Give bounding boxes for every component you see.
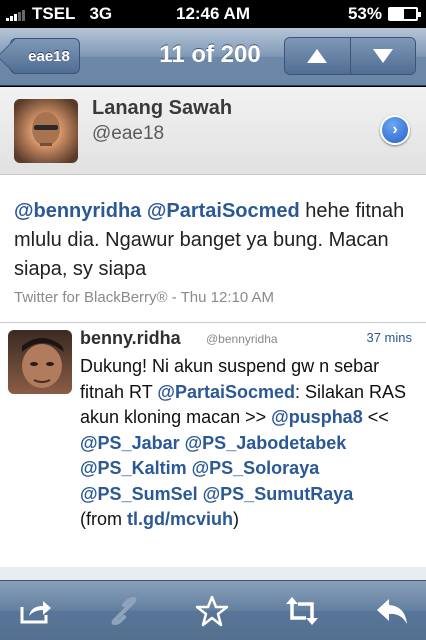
mention-link[interactable]: @PS_Jabodetabek <box>185 433 347 453</box>
reply-body: (from <box>80 509 127 529</box>
tweet-text: @bennyridha @PartaiSocmed hehe fitnah ml… <box>14 197 414 284</box>
mention-link[interactable]: @PS_Jabar <box>80 433 180 453</box>
share-button[interactable] <box>14 591 58 631</box>
retweet-icon <box>286 597 318 625</box>
retweet-button[interactable] <box>280 591 324 631</box>
back-button-label: eae18 <box>28 47 70 65</box>
next-button[interactable] <box>349 38 415 74</box>
arrow-up-icon <box>307 49 328 63</box>
navigation-bar: eae18 11 of 200 <box>0 28 426 86</box>
reply-author-name: benny.ridha <box>80 328 181 348</box>
tweet: @bennyridha @PartaiSocmed hehe fitnah ml… <box>0 175 426 323</box>
reply-body: << <box>362 407 389 427</box>
mention-link[interactable]: @puspha8 <box>271 407 363 427</box>
prev-next-control <box>284 37 416 75</box>
previous-button[interactable] <box>285 38 350 74</box>
reply-tweet[interactable]: benny.ridha @bennyridha 37 mins Dukung! … <box>0 324 426 567</box>
divider <box>0 567 426 580</box>
profile-handle: @eae18 <box>92 123 165 144</box>
star-icon <box>195 595 229 627</box>
link-icon <box>111 596 137 626</box>
battery-icon <box>388 7 421 21</box>
battery-status: 53% <box>347 4 421 24</box>
profile-name: Lanang Sawah <box>92 97 233 119</box>
share-icon <box>20 601 51 624</box>
page-title: 11 of 200 <box>159 41 261 68</box>
mention-link[interactable]: @PS_Kaltim <box>80 458 187 478</box>
status-bar: TSEL 3G 12:46 AM 53% <box>0 0 426 28</box>
reply-text: Dukung! Ni akun suspend gw n sebar fitna… <box>80 354 420 533</box>
avatar[interactable] <box>8 330 72 394</box>
reply-author-handle: @bennyridha <box>206 332 278 346</box>
back-button[interactable]: eae18 <box>10 38 80 74</box>
mention-link[interactable]: @PS_SumutRaya <box>203 484 354 504</box>
mention-link[interactable]: @PS_SumSel <box>80 484 198 504</box>
disclosure-arrow-icon[interactable]: › <box>380 115 410 145</box>
mention-link[interactable]: @PartaiSocmed <box>157 382 295 402</box>
url-link[interactable]: tl.gd/mcviuh <box>127 509 233 529</box>
reply-icon <box>377 599 407 624</box>
tweet-meta: Twitter for BlackBerry® - Thu 12:10 AM <box>14 289 275 306</box>
avatar[interactable] <box>14 99 78 163</box>
arrow-down-icon <box>372 49 393 63</box>
mention-link[interactable]: @PartaiSocmed <box>147 200 300 222</box>
link-button[interactable] <box>102 591 146 631</box>
mention-link[interactable]: @PS_Soloraya <box>192 458 320 478</box>
profile-header[interactable]: Lanang Sawah @eae18 › <box>0 87 426 175</box>
reply-timestamp: 37 mins <box>366 330 412 345</box>
reply-button[interactable] <box>370 591 414 631</box>
battery-percent: 53% <box>347 4 382 23</box>
favorite-button[interactable] <box>190 591 234 631</box>
reply-body: ) <box>233 509 240 529</box>
mention-link[interactable]: @bennyridha <box>14 200 141 222</box>
tweet-detail: Lanang Sawah @eae18 › @bennyridha @Parta… <box>0 87 426 567</box>
bottom-toolbar <box>0 580 426 640</box>
